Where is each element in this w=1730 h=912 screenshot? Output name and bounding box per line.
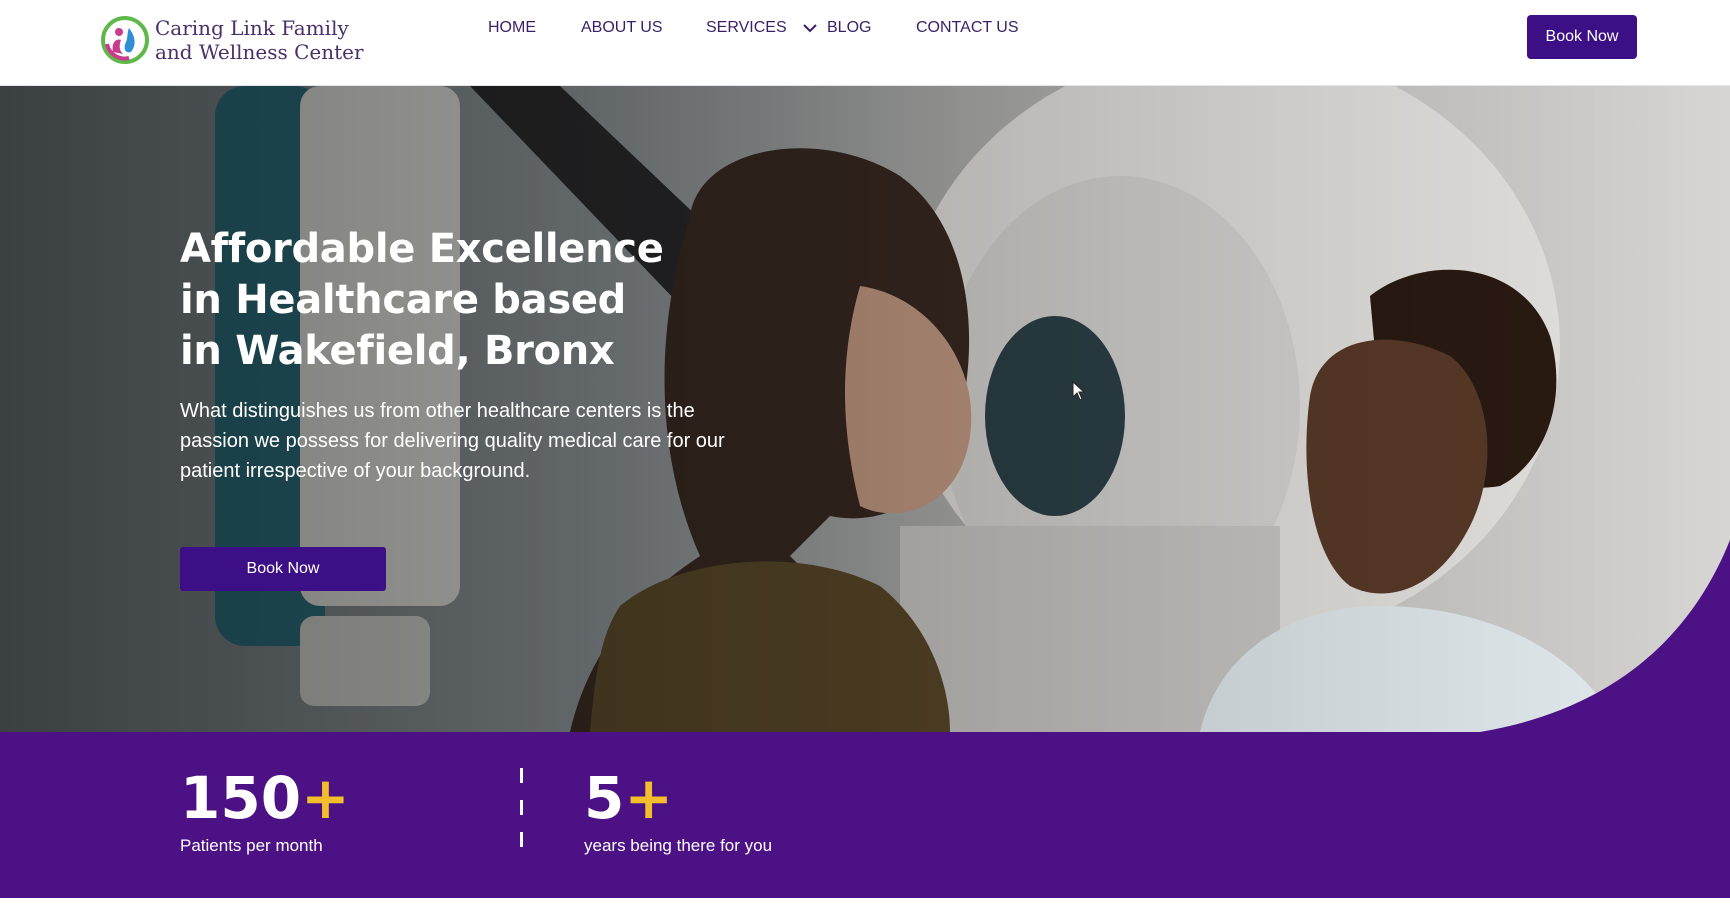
logo-line-1: Caring Link Family bbox=[155, 16, 349, 40]
nav-contact-us[interactable]: CONTACT US bbox=[916, 19, 1019, 37]
stat-years-plus: + bbox=[624, 764, 673, 832]
stat-years-label: years being there for you bbox=[584, 836, 773, 855]
stat-patients-label: Patients per month bbox=[180, 836, 323, 855]
stat-patients-plus: + bbox=[301, 764, 350, 832]
caring-link-logo-icon bbox=[101, 16, 149, 64]
stat-years-number: 5+ bbox=[584, 768, 673, 828]
page-bottom-strip bbox=[0, 898, 1730, 912]
nav-blog[interactable]: BLOG bbox=[827, 19, 871, 37]
stat-years-value: 5 bbox=[584, 764, 625, 832]
stat-patients-number: 150+ bbox=[180, 768, 350, 828]
nav-services-label: SERVICES bbox=[706, 19, 787, 36]
chevron-down-icon[interactable] bbox=[802, 23, 817, 33]
nav-about-us[interactable]: ABOUT US bbox=[581, 19, 663, 37]
logo-text: Caring Link Family and Wellness Center bbox=[155, 16, 364, 64]
nav-services[interactable]: SERVICES bbox=[706, 19, 817, 37]
nav-home[interactable]: HOME bbox=[488, 19, 536, 37]
stats-divider bbox=[520, 768, 523, 847]
logo-line-2: and Wellness Center bbox=[155, 40, 364, 64]
site-header: Caring Link Family and Wellness Center H… bbox=[0, 0, 1730, 86]
site-logo[interactable]: Caring Link Family and Wellness Center bbox=[99, 14, 364, 66]
header-book-now-button[interactable]: Book Now bbox=[1527, 15, 1637, 59]
stats-band: 150+ Patients per month 5+ years being t… bbox=[0, 732, 1730, 898]
stat-patients-value: 150 bbox=[180, 764, 302, 832]
